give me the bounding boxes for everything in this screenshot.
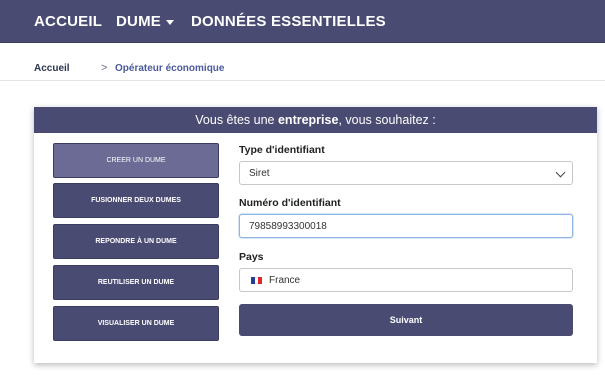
merge-dumes-button[interactable]: FUSIONNER DEUX DUMES — [53, 183, 219, 218]
nav-accueil[interactable]: ACCUEIL — [34, 13, 102, 30]
top-navigation: ACCUEIL DUME DONNÉES ESSENTIELLES — [0, 0, 605, 43]
country-label: Pays — [239, 251, 264, 263]
chevron-down-icon — [555, 167, 566, 178]
identifier-type-value: Siret — [249, 168, 270, 179]
nav-dume[interactable]: DUME — [116, 13, 174, 30]
country-input[interactable]: France — [239, 268, 573, 292]
action-card: Vous êtes une entreprise, vous souhaitez… — [34, 107, 597, 363]
identifier-number-label: Numéro d'identifiant — [239, 197, 341, 209]
card-header: Vous êtes une entreprise, vous souhaitez… — [34, 107, 597, 133]
view-dume-button[interactable]: VISUALISER UN DUME — [53, 306, 219, 341]
card-header-suffix: , vous souhaitez : — [338, 113, 436, 127]
breadcrumb-home-link[interactable]: Accueil — [34, 63, 70, 74]
submit-button[interactable]: Suivant — [239, 304, 573, 336]
france-flag-icon — [251, 277, 263, 284]
breadcrumb: Accueil > Opérateur économique — [0, 43, 605, 81]
nav-dume-label: DUME — [116, 13, 161, 30]
breadcrumb-separator-icon: > — [101, 62, 108, 74]
answer-dume-button[interactable]: REPONDRE À UN DUME — [53, 224, 219, 259]
identifier-number-input[interactable]: 79858993300018 — [239, 214, 573, 238]
breadcrumb-current: Opérateur économique — [115, 63, 225, 74]
card-header-prefix: Vous êtes une — [195, 113, 278, 127]
chevron-down-icon — [165, 19, 174, 25]
country-value: France — [269, 275, 301, 286]
reuse-dume-button[interactable]: REUTILISER UN DUME — [53, 265, 219, 300]
identifier-type-select[interactable]: Siret — [239, 161, 573, 185]
card-header-bold: entreprise — [277, 113, 339, 127]
identifier-number-value: 79858993300018 — [249, 221, 327, 232]
nav-donnees-essentielles[interactable]: DONNÉES ESSENTIELLES — [191, 13, 386, 30]
create-dume-button[interactable]: CREER UN DUME — [53, 143, 219, 178]
identifier-type-label: Type d'identifiant — [239, 144, 325, 156]
